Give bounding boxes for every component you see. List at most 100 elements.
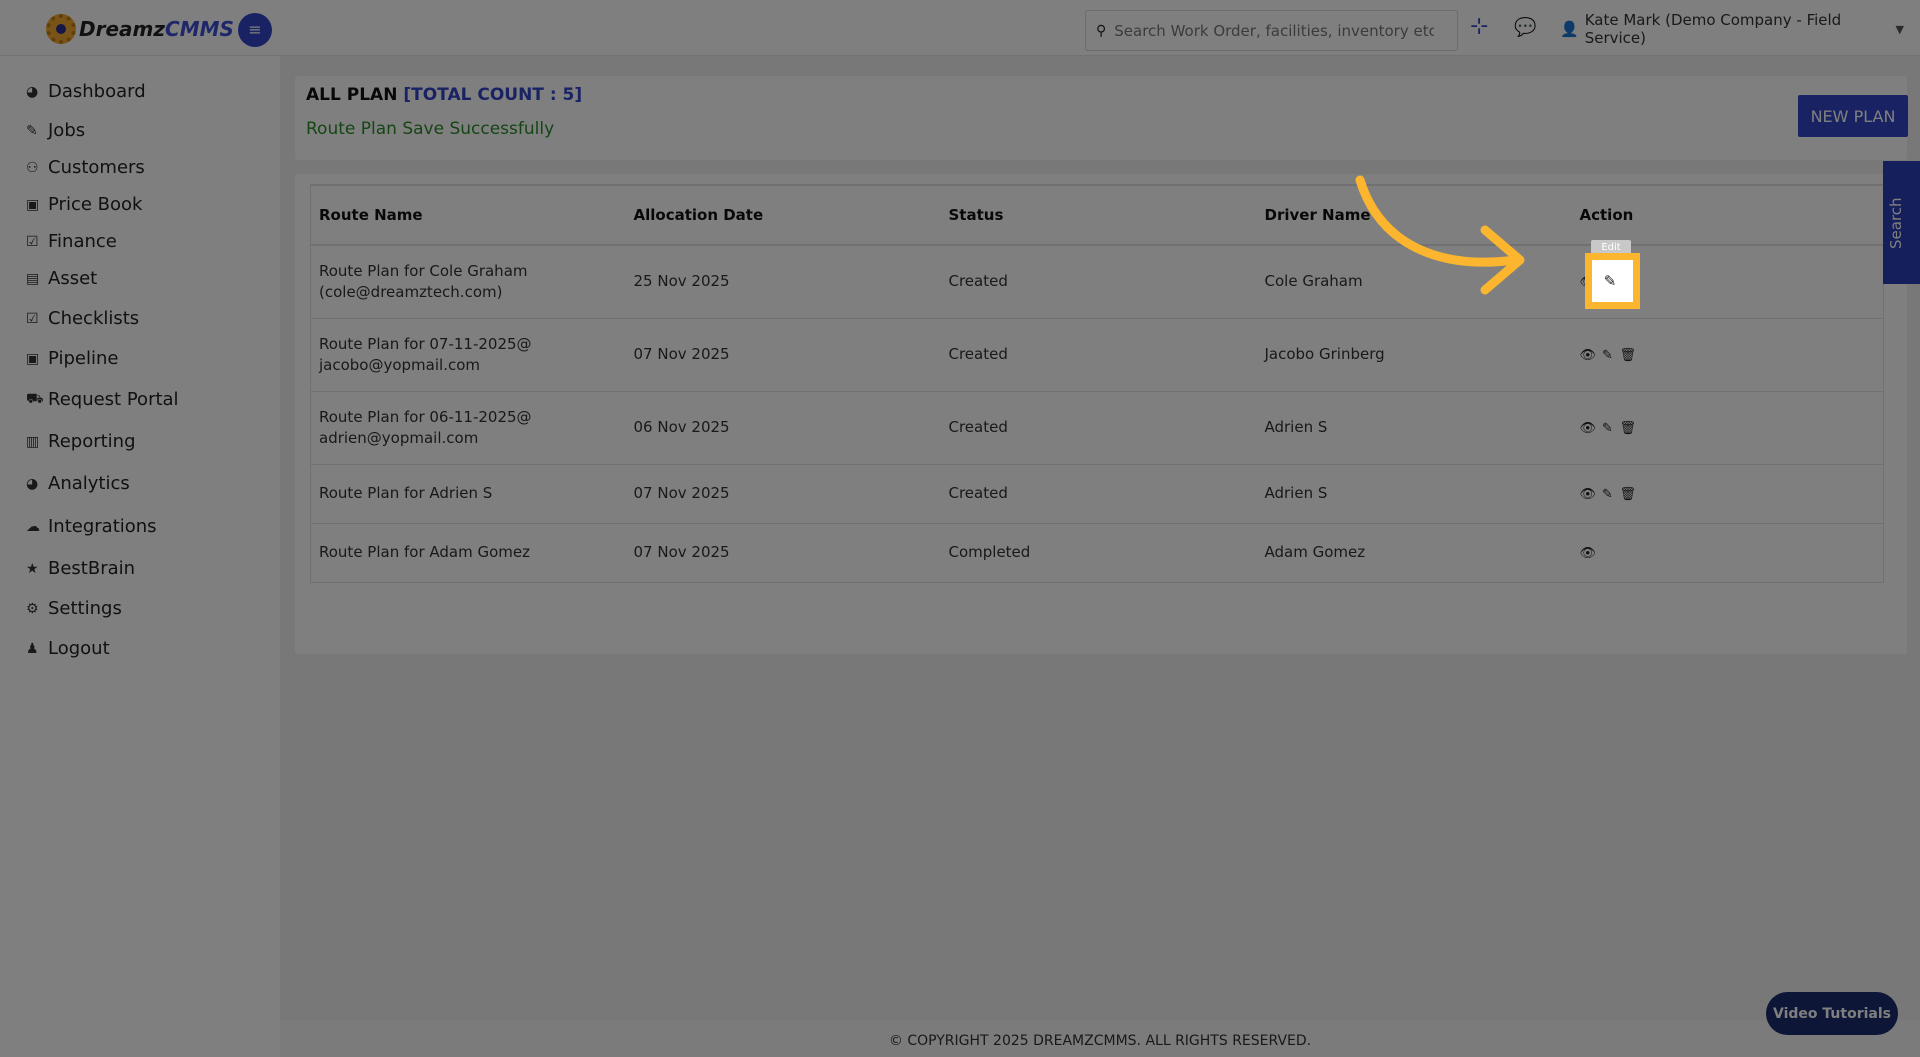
- sidebar-item-price-book[interactable]: ▣ Price Book: [26, 194, 142, 215]
- column-header-status: Status: [940, 184, 1257, 246]
- sidebar-item-request-portal[interactable]: ⛟ Request Portal: [26, 389, 179, 410]
- route-name-cell: Route Plan for Cole Graham (cole@dreamzte…: [310, 245, 626, 319]
- sidebar-item-checklists[interactable]: ☑ Checklists: [26, 308, 139, 329]
- total-count: [TOTAL COUNT : 5]: [403, 85, 583, 105]
- table-row: Route Plan for Adam Gomez 07 Nov 2025 Co…: [310, 523, 1884, 583]
- cart-icon: ⛟: [26, 390, 44, 407]
- page-title: ALL PLAN [TOTAL COUNT : 5]: [306, 85, 583, 105]
- trash-icon[interactable]: 🗑: [1620, 484, 1637, 505]
- star-icon: ★: [26, 560, 39, 577]
- action-cell: 👁: [1571, 523, 1884, 583]
- sidebar-item-jobs[interactable]: ✎ Jobs: [26, 120, 85, 141]
- plans-table: Route Name Allocation Date Status Driver…: [310, 184, 1884, 583]
- allocation-date-cell: 06 Nov 2025: [625, 391, 941, 465]
- status-cell: Completed: [940, 523, 1257, 583]
- column-header-action: Action: [1571, 184, 1884, 246]
- route-name-cell: Route Plan for 07-11-2025@ jacobo@yopmail…: [310, 318, 626, 392]
- allocation-date-cell: 07 Nov 2025: [625, 523, 941, 583]
- edit-icon[interactable]: ✎: [1600, 345, 1616, 366]
- dashboard-icon: ◕: [26, 475, 39, 492]
- plans-table-card: Route Name Allocation Date Status Driver…: [295, 174, 1907, 654]
- success-message: Route Plan Save Successfully: [306, 119, 555, 139]
- page-header: ALL PLAN [TOTAL COUNT : 5] Route Plan Sa…: [295, 76, 1908, 160]
- sidebar-item-dashboard[interactable]: ◕ Dashboard: [26, 81, 146, 102]
- logo[interactable]: DreamzCMMS: [46, 14, 234, 44]
- view-icon[interactable]: 👁: [1580, 345, 1597, 366]
- main-content: ALL PLAN [TOTAL COUNT : 5] Route Plan Sa…: [280, 56, 1920, 1057]
- sidebar-item-finance[interactable]: ☑ Finance: [26, 231, 117, 252]
- table-row: Route Plan for Adrien S 07 Nov 2025 Crea…: [310, 464, 1884, 524]
- status-cell: Created: [940, 464, 1257, 524]
- sidebar: ◕ Dashboard ✎ Jobs ⚇ Customers ▣ Price Book …: [0, 56, 280, 1057]
- top-bar: DreamzCMMS ≡ ⚲ ⊹ 💬 👤 Kate Mark (Demo Com…: [0, 0, 1920, 56]
- sidebar-item-pipeline[interactable]: ▣ Pipeline: [26, 348, 118, 369]
- table-row: Route Plan for Cole Graham (cole@dreamzte…: [310, 245, 1884, 319]
- dashboard-icon: ◕: [26, 83, 39, 100]
- check-square-icon: ☑: [26, 233, 39, 250]
- file-icon: ▥: [26, 433, 40, 450]
- video-tutorials-button[interactable]: Video Tutorials: [1766, 992, 1898, 1035]
- new-plan-button[interactable]: NEW PLAN: [1798, 95, 1908, 137]
- route-name-cell: Route Plan for Adrien S: [310, 464, 626, 524]
- sidebar-item-settings[interactable]: ⚙ Settings: [26, 598, 122, 619]
- allocation-date-cell: 25 Nov 2025: [625, 245, 941, 319]
- chevron-down-icon: ▼: [1895, 22, 1904, 36]
- edit-icon[interactable]: ✎: [1600, 418, 1616, 439]
- logo-text: DreamzCMMS: [79, 17, 234, 41]
- sidebar-item-logout[interactable]: ♟ Logout: [26, 638, 110, 659]
- cloud-icon: ☁: [26, 518, 40, 535]
- allocation-date-cell: 07 Nov 2025: [625, 318, 941, 392]
- footer: © COPYRIGHT 2025 DREAMZCMMS. ALL RIGHTS …: [280, 1020, 1920, 1057]
- sidebar-item-customers[interactable]: ⚇ Customers: [26, 157, 145, 178]
- menu-toggle-button[interactable]: ≡: [238, 13, 272, 47]
- global-search[interactable]: ⚲: [1085, 10, 1458, 51]
- money-icon: ▣: [26, 196, 40, 213]
- sidebar-item-reporting[interactable]: ▥ Reporting: [26, 431, 136, 452]
- column-header-allocation-date: Allocation Date: [625, 184, 941, 246]
- driver-name-cell: Adam Gomez: [1256, 523, 1572, 583]
- search-input[interactable]: [1114, 21, 1435, 40]
- view-icon[interactable]: 👁: [1580, 484, 1597, 505]
- check-square-icon: ☑: [26, 310, 39, 327]
- sidebar-item-analytics[interactable]: ◕ Analytics: [26, 473, 130, 494]
- edit-icon[interactable]: ✎: [1600, 484, 1616, 505]
- status-cell: Created: [940, 318, 1257, 392]
- view-icon[interactable]: 👁: [1580, 543, 1597, 564]
- user-menu[interactable]: 👤 Kate Mark (Demo Company - Field Servic…: [1560, 11, 1904, 47]
- user-icon: ♟: [26, 640, 39, 657]
- allocation-date-cell: 07 Nov 2025: [625, 464, 941, 524]
- route-name-cell: Route Plan for Adam Gomez: [310, 523, 626, 583]
- column-header-route-name: Route Name: [310, 184, 626, 246]
- driver-name-cell: Jacobo Grinberg: [1256, 318, 1572, 392]
- trash-icon[interactable]: 🗑: [1620, 345, 1637, 366]
- archive-icon: ▤: [26, 270, 40, 287]
- route-name-cell: Route Plan for 06-11-2025@ adrien@yopmail…: [310, 391, 626, 465]
- view-icon[interactable]: 👁: [1580, 418, 1597, 439]
- users-icon: ⚇: [26, 159, 39, 176]
- money-icon: ▣: [26, 350, 40, 367]
- search-icon: ⚲: [1096, 22, 1107, 39]
- table-header-row: Route Name Allocation Date Status Driver…: [310, 184, 1884, 246]
- trash-icon[interactable]: 🗑: [1620, 418, 1637, 439]
- side-search-tab[interactable]: Search: [1883, 161, 1920, 284]
- driver-name-cell: Adrien S: [1256, 464, 1572, 524]
- sidebar-item-asset[interactable]: ▤ Asset: [26, 268, 97, 289]
- status-cell: Created: [940, 391, 1257, 465]
- compress-icon[interactable]: ⊹: [1470, 14, 1488, 39]
- action-cell: 👁✎🗑: [1571, 464, 1884, 524]
- user-icon: 👤: [1560, 20, 1579, 38]
- action-cell: 👁✎🗑: [1571, 318, 1884, 392]
- logo-gear-icon: [46, 14, 76, 44]
- sidebar-item-integrations[interactable]: ☁ Integrations: [26, 516, 157, 537]
- tutorial-arrow-icon: [1355, 175, 1525, 295]
- driver-name-cell: Adrien S: [1256, 391, 1572, 465]
- gear-icon: ⚙: [26, 600, 39, 617]
- wrench-icon: ✎: [26, 122, 38, 139]
- status-cell: Created: [940, 245, 1257, 319]
- edit-icon-highlighted[interactable]: ✎: [1590, 258, 1630, 304]
- user-name: Kate Mark (Demo Company - Field Service): [1584, 11, 1842, 47]
- sidebar-item-bestbrain[interactable]: ★ BestBrain: [26, 558, 135, 579]
- table-row: Route Plan for 07-11-2025@ jacobo@yopmail…: [310, 318, 1884, 392]
- action-cell: 👁✎🗑: [1571, 391, 1884, 465]
- chat-icon[interactable]: 💬: [1514, 17, 1536, 38]
